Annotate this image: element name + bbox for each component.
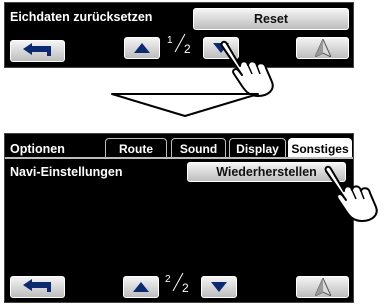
navigation-button[interactable] xyxy=(296,276,349,298)
page-up-button[interactable] xyxy=(124,37,160,59)
page-down-button[interactable] xyxy=(201,276,237,298)
page-indicator: 2 2 xyxy=(165,272,193,296)
back-arrow-icon xyxy=(22,43,51,56)
options-label: Optionen xyxy=(10,142,65,156)
back-button[interactable] xyxy=(10,40,65,62)
page-indicator: 1 2 xyxy=(167,33,195,57)
page-total: 2 xyxy=(182,281,189,295)
top-screen: Eichdaten zurücksetzen Reset 1 2 xyxy=(4,2,354,68)
navi-settings-label: Navi-Einstellungen xyxy=(10,165,123,179)
page-current: 2 xyxy=(165,274,171,285)
tab-sound[interactable]: Sound xyxy=(171,138,226,158)
triangle-up-icon xyxy=(134,43,150,53)
navigation-button[interactable] xyxy=(296,37,349,59)
back-arrow-icon xyxy=(22,279,51,292)
tab-route[interactable]: Route xyxy=(105,138,167,158)
calibration-reset-title: Eichdaten zurücksetzen xyxy=(10,10,153,24)
navigation-arrow-icon xyxy=(314,39,331,57)
back-button[interactable] xyxy=(10,276,65,298)
tabs-divider xyxy=(5,157,353,159)
page-up-button[interactable] xyxy=(123,276,159,298)
triangle-up-icon xyxy=(133,282,149,292)
reset-button[interactable]: Reset xyxy=(193,8,349,30)
triangle-down-icon xyxy=(211,282,227,292)
page-current: 1 xyxy=(167,35,173,46)
page-total: 2 xyxy=(184,42,191,56)
hand-pointer-icon xyxy=(324,165,378,222)
transition-arrow xyxy=(111,93,259,117)
bottom-screen: Optionen Route Sound Display Sonstiges N… xyxy=(4,133,354,303)
tab-display[interactable]: Display xyxy=(229,138,286,158)
navigation-arrow-icon xyxy=(314,278,331,296)
tab-sonstiges[interactable]: Sonstiges xyxy=(288,138,352,158)
